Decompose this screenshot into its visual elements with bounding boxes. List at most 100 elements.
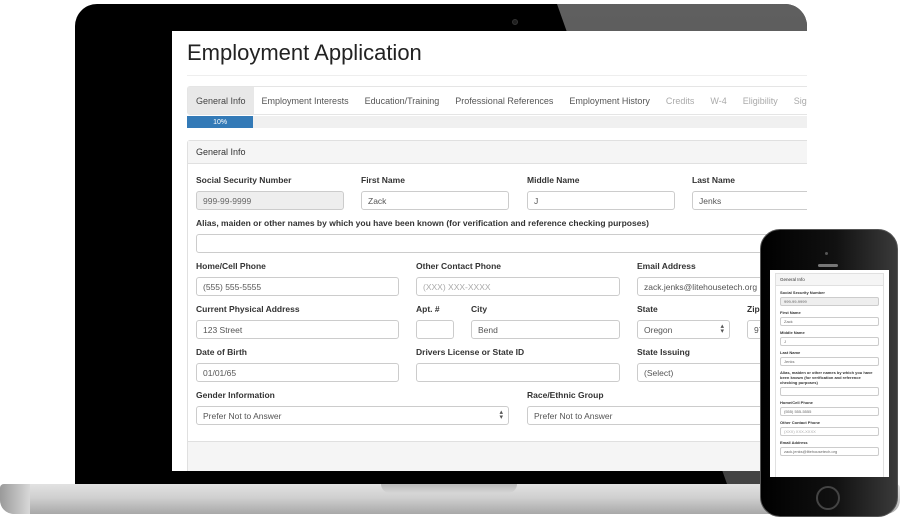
mobile-field: Email Address zack.jenks@litehousetech.or…: [780, 440, 879, 456]
mobile-field-label: Other Contact Phone: [780, 420, 821, 425]
last-name-input[interactable]: Jenks: [692, 191, 807, 210]
ssn-field: Social Security Number 999-99-9999: [196, 175, 344, 210]
mobile-field: Last Name Jenks: [780, 350, 879, 366]
mobile-field-input[interactable]: Jenks: [780, 357, 879, 366]
phone-screen: General Info Social Security Number 999-9…: [770, 270, 889, 477]
state-select[interactable]: Oregon ▴ ▾: [637, 320, 730, 339]
middle-name-input[interactable]: J: [527, 191, 675, 210]
mobile-field: Home/Cell Phone (555) 555-5555: [780, 400, 879, 416]
home-phone-label: Home/Cell Phone: [196, 261, 266, 271]
mobile-field-label: Last Name: [780, 350, 801, 355]
home-button[interactable]: [816, 486, 840, 510]
mobile-field-input[interactable]: [780, 387, 879, 396]
alias-label: Alias, maiden or other names by which yo…: [196, 218, 649, 228]
mobile-field-input[interactable]: (555) 555-5555: [780, 407, 879, 416]
mobile-field-input[interactable]: Zack: [780, 317, 879, 326]
first-name-label: First Name: [361, 175, 405, 185]
gender-field: Gender Information Prefer Not to Answer …: [196, 390, 509, 425]
base-edge: [0, 484, 30, 514]
mobile-field-label: Home/Cell Phone: [780, 400, 813, 405]
dob-field: Date of Birth 01/01/65: [196, 347, 399, 382]
alias-input[interactable]: [196, 234, 807, 253]
dob-input[interactable]: 01/01/65: [196, 363, 399, 382]
tab-employment-interests[interactable]: Employment Interests: [254, 87, 357, 114]
mobile-field-label: Social Security Number: [780, 290, 825, 295]
home-phone-input[interactable]: (555) 555-5555: [196, 277, 399, 296]
first-name-input[interactable]: Zack: [361, 191, 509, 210]
apt-input[interactable]: [416, 320, 454, 339]
ssn-input[interactable]: 999-99-9999: [196, 191, 344, 210]
mobile-general-info-panel: General Info Social Security Number 999-9…: [775, 273, 884, 477]
panel-heading: General Info: [188, 141, 807, 164]
mobile-field-input[interactable]: J: [780, 337, 879, 346]
tab-eligibility[interactable]: Eligibility: [735, 87, 786, 114]
apt-field: Apt. #: [416, 304, 454, 339]
title-divider: [187, 75, 807, 76]
mobile-field: Alias, maiden or other names by which yo…: [780, 370, 879, 396]
license-label: Drivers License or State ID: [416, 347, 525, 357]
webcam-icon: [512, 19, 518, 25]
ssn-label: Social Security Number: [196, 175, 292, 185]
laptop-screen: Employment Application General Info Empl…: [172, 31, 807, 471]
panel-footer: Next: [188, 441, 807, 471]
general-info-panel: General Info Social Security Number 999-…: [187, 140, 807, 471]
progress-bar: 10%: [187, 116, 807, 128]
mobile-field-label: Middle Name: [780, 330, 805, 335]
laptop-device: Employment Application General Info Empl…: [75, 4, 807, 484]
lid-opening-notch: [381, 484, 517, 493]
gender-select[interactable]: Prefer Not to Answer ▴ ▾: [196, 406, 509, 425]
mobile-field: Social Security Number 999-99-9999: [780, 290, 879, 306]
other-phone-label: Other Contact Phone: [416, 261, 502, 271]
wizard-tabs: General Info Employment Interests Educat…: [187, 86, 807, 115]
address-input[interactable]: 123 Street: [196, 320, 399, 339]
gender-label: Gender Information: [196, 390, 275, 400]
state-value: Oregon: [644, 324, 673, 335]
mobile-field-input[interactable]: zack.jenks@litehousetech.org: [780, 447, 879, 456]
mobile-field-label: First Name: [780, 310, 801, 315]
speaker-grille: [818, 264, 838, 267]
tab-sign[interactable]: Sign: [786, 87, 807, 114]
state-label: State: [637, 304, 658, 314]
tab-professional-references[interactable]: Professional References: [447, 87, 561, 114]
race-value: Prefer Not to Answer: [534, 410, 613, 421]
home-phone-field: Home/Cell Phone (555) 555-5555: [196, 261, 399, 296]
mobile-form-fields: Social Security Number 999-99-9999 First N…: [776, 290, 883, 456]
mobile-field: Middle Name J: [780, 330, 879, 346]
state-issuing-value: (Select): [644, 367, 674, 378]
city-input[interactable]: Bend: [471, 320, 620, 339]
mobile-field-input[interactable]: 999-99-9999: [780, 297, 879, 306]
front-camera-icon: [825, 252, 828, 255]
last-name-field: Last Name Jenks: [692, 175, 807, 210]
mobile-field: First Name Zack: [780, 310, 879, 326]
tab-w4[interactable]: W-4: [702, 87, 734, 114]
apt-label: Apt. #: [416, 304, 440, 314]
state-field: State Oregon ▴ ▾: [637, 304, 730, 339]
tab-credits[interactable]: Credits: [658, 87, 703, 114]
progress-fill: 10%: [187, 116, 254, 128]
mobile-panel-heading: General Info: [776, 274, 883, 286]
tab-general-info[interactable]: General Info: [188, 87, 254, 114]
tab-employment-history[interactable]: Employment History: [561, 87, 658, 114]
page-title: Employment Application: [187, 40, 422, 65]
middle-name-label: Middle Name: [527, 175, 580, 185]
address-label: Current Physical Address: [196, 304, 300, 314]
address-field: Current Physical Address 123 Street: [196, 304, 399, 339]
mobile-field-label: Alias, maiden or other names by which yo…: [780, 370, 873, 385]
alias-field: Alias, maiden or other names by which yo…: [196, 218, 807, 253]
first-name-field: First Name Zack: [361, 175, 509, 210]
select-arrows-icon: ▴ ▾: [499, 409, 503, 421]
mobile-field-input[interactable]: (XXX) XXX-XXXX: [780, 427, 879, 436]
last-name-label: Last Name: [692, 175, 735, 185]
phone-device: General Info Social Security Number 999-9…: [760, 229, 898, 517]
other-phone-field: Other Contact Phone (XXX) XXX-XXXX: [416, 261, 620, 296]
middle-name-field: Middle Name J: [527, 175, 675, 210]
gender-value: Prefer Not to Answer: [203, 410, 282, 421]
mobile-field-label: Email Address: [780, 440, 808, 445]
city-field: City Bend: [471, 304, 620, 339]
other-phone-input[interactable]: (XXX) XXX-XXXX: [416, 277, 620, 296]
license-input[interactable]: [416, 363, 620, 382]
tab-education-training[interactable]: Education/Training: [357, 87, 448, 114]
select-arrows-icon: ▴ ▾: [720, 323, 724, 335]
license-field: Drivers License or State ID: [416, 347, 620, 382]
dob-label: Date of Birth: [196, 347, 247, 357]
